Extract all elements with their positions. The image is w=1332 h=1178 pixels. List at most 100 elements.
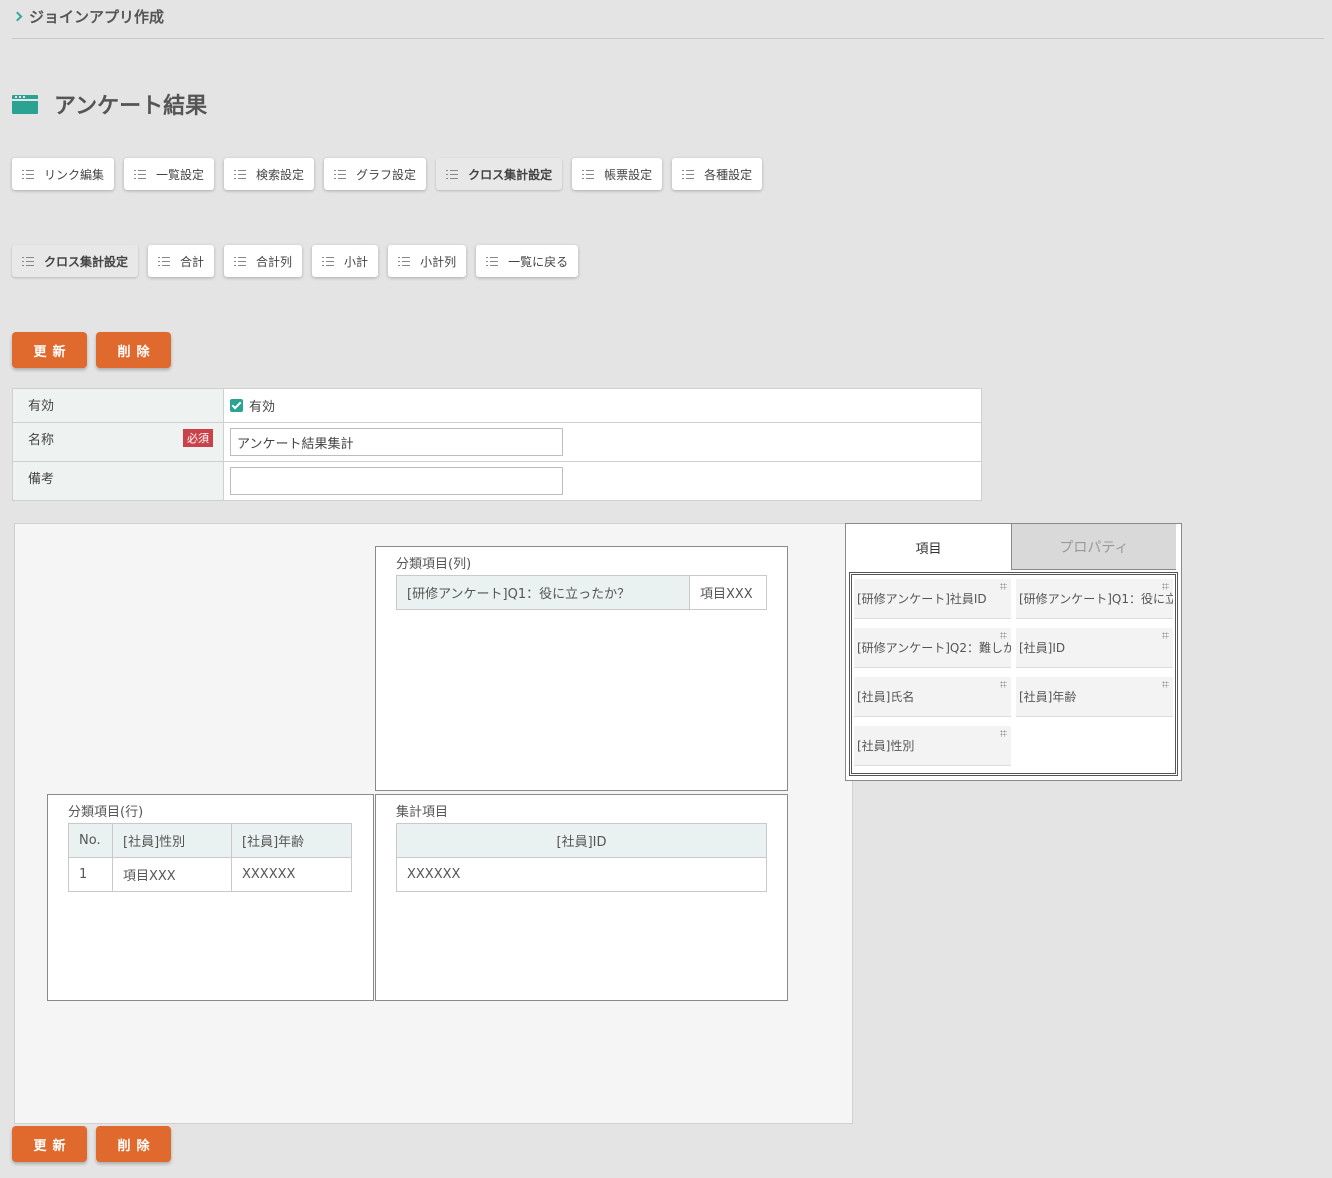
name-input[interactable]: アンケート結果集計 (230, 428, 563, 456)
drag-handle-icon[interactable] (1162, 632, 1169, 639)
row-header-no: No. (68, 823, 113, 858)
list-icon (322, 256, 335, 266)
column-field-value: 項目XXX (689, 575, 767, 610)
update-button[interactable]: 更新 (12, 332, 87, 368)
tab-label: 一覧に戻る (508, 254, 569, 269)
aggregate-pane[interactable]: 集計項目 [社員]ID XXXXXX (375, 794, 788, 1001)
subtab-total-column[interactable]: 合計列 (224, 245, 303, 277)
list-icon (22, 256, 34, 266)
drag-handle-icon[interactable] (1000, 632, 1007, 639)
cross-tab-canvas: 分類項目(列) [研修アンケート]Q1：役に立ったか？ 項目XXX 分類項目(行… (14, 523, 853, 1124)
tab-properties[interactable]: プロパティ (1012, 524, 1176, 570)
remarks-label: 備考 (13, 462, 224, 500)
list-icon (158, 256, 171, 266)
remarks-input[interactable] (230, 467, 563, 495)
name-label: 名称 (28, 433, 55, 448)
delete-button-bottom[interactable]: 削除 (96, 1126, 171, 1162)
list-icon (234, 169, 247, 179)
row-cell-no: 1 (68, 857, 113, 892)
column-field-header[interactable]: [研修アンケート]Q1：役に立ったか？ (396, 575, 690, 610)
field-item[interactable]: [社員]ID (1016, 628, 1173, 668)
required-badge: 必須 (183, 429, 213, 447)
form-row-name: 名称 必須 アンケート結果集計 (13, 423, 981, 462)
list-icon (682, 169, 695, 179)
list-icon (234, 256, 247, 266)
field-item[interactable]: [研修アンケート]Q1：役に立ったか？ (1016, 579, 1173, 619)
aggregate-field-header[interactable]: [社員]ID (396, 823, 767, 858)
field-item[interactable]: [研修アンケート]Q2：難しかったか？ (854, 628, 1011, 668)
breadcrumb[interactable]: ジョインアプリ作成 (12, 6, 164, 27)
enabled-field: 有効 (224, 389, 981, 422)
tab-search-settings[interactable]: 検索設定 (224, 158, 315, 190)
drag-handle-icon[interactable] (1162, 681, 1169, 688)
tab-list-settings[interactable]: 一覧設定 (124, 158, 215, 190)
delete-button[interactable]: 削除 (96, 332, 171, 368)
list-icon (22, 169, 34, 179)
field-item-label: [社員]年齢 (1019, 690, 1077, 704)
row-header-age[interactable]: [社員]年齢 (231, 823, 352, 858)
subtab-subtotal-column[interactable]: 小計列 (388, 245, 467, 277)
page-header: アンケート結果 (12, 88, 207, 120)
update-button-bottom[interactable]: 更新 (12, 1126, 87, 1162)
aggregate-field-value: XXXXXX (396, 857, 767, 892)
field-item[interactable]: [社員]性別 (854, 726, 1011, 766)
field-palette-panel: 項目 プロパティ [研修アンケート]社員ID [研修アンケート]Q1：役に立った… (845, 523, 1182, 781)
name-label-cell: 名称 必須 (13, 423, 224, 461)
tab-link-edit[interactable]: リンク編集 (12, 158, 115, 190)
row-header-gender[interactable]: [社員]性別 (112, 823, 232, 858)
tab-report-settings[interactable]: 帳票設定 (572, 158, 663, 190)
list-icon (134, 169, 147, 179)
enabled-checkbox-label[interactable]: 有効 (249, 396, 275, 415)
row-category-pane[interactable]: 分類項目(行) No. [社員]性別 [社員]年齢 1 項目XXX XXXXXX (47, 794, 374, 1001)
list-icon (334, 169, 347, 179)
breadcrumb-label[interactable]: ジョインアプリ作成 (29, 6, 164, 27)
tab-label: クロス集計設定 (468, 167, 553, 182)
row-cell-age: XXXXXX (231, 857, 352, 892)
name-field-cell: アンケート結果集計 (224, 423, 981, 461)
tab-graph-settings[interactable]: グラフ設定 (324, 158, 427, 190)
field-item-label: [社員]ID (1019, 641, 1066, 655)
divider (12, 38, 1324, 39)
list-icon (446, 169, 459, 179)
form-row-remarks: 備考 (13, 462, 981, 500)
field-item[interactable]: [研修アンケート]社員ID (854, 579, 1011, 619)
subtab-back-to-list[interactable]: 一覧に戻る (476, 245, 579, 277)
tab-cross-tab-settings[interactable]: クロス集計設定 (436, 158, 563, 190)
tab-label: 各種設定 (704, 167, 753, 182)
row-pane-title: 分類項目(行) (68, 805, 144, 820)
enabled-checkbox[interactable] (230, 399, 243, 412)
tab-label: 小計 (344, 254, 369, 269)
drag-handle-icon[interactable] (1162, 583, 1169, 590)
tab-label: 検索設定 (256, 167, 305, 182)
field-list: [研修アンケート]社員ID [研修アンケート]Q1：役に立ったか？ [研修アンケ… (849, 572, 1178, 776)
field-item-label: [研修アンケート]Q1：役に立ったか？ (1019, 592, 1173, 606)
tab-label: 小計列 (420, 254, 457, 269)
field-item[interactable]: [社員]年齢 (1016, 677, 1173, 717)
list-icon (398, 256, 411, 266)
subtab-total[interactable]: 合計 (148, 245, 215, 277)
field-item[interactable]: [社員]氏名 (854, 677, 1011, 717)
window-icon (12, 94, 38, 114)
remarks-field-cell (224, 462, 981, 500)
tab-label: 合計 (180, 254, 205, 269)
tab-label: 合計列 (256, 254, 293, 269)
tab-label: 帳票設定 (604, 167, 653, 182)
sub-tab-bar: クロス集計設定 合計 合計列 小計 小計列 一覧に戻る (12, 245, 579, 277)
tab-label: グラフ設定 (356, 167, 417, 182)
field-item-label: [社員]氏名 (857, 690, 915, 704)
row-cell-gender: 項目XXX (112, 857, 232, 892)
drag-handle-icon[interactable] (1000, 681, 1007, 688)
column-pane-title: 分類項目(列) (396, 557, 472, 572)
subtab-cross-tab-settings[interactable]: クロス集計設定 (12, 245, 139, 277)
aggregate-pane-title: 集計項目 (396, 805, 449, 820)
drag-handle-icon[interactable] (1000, 583, 1007, 590)
tab-label: 一覧設定 (156, 167, 205, 182)
field-item-label: [研修アンケート]Q2：難しかったか？ (857, 641, 1011, 655)
subtab-subtotal[interactable]: 小計 (312, 245, 379, 277)
tab-items[interactable]: 項目 (846, 524, 1012, 570)
tab-label: クロス集計設定 (44, 254, 129, 269)
tab-misc-settings[interactable]: 各種設定 (672, 158, 763, 190)
drag-handle-icon[interactable] (1000, 730, 1007, 737)
column-category-pane[interactable]: 分類項目(列) [研修アンケート]Q1：役に立ったか？ 項目XXX (375, 546, 788, 791)
tab-label: リンク編集 (44, 167, 105, 182)
